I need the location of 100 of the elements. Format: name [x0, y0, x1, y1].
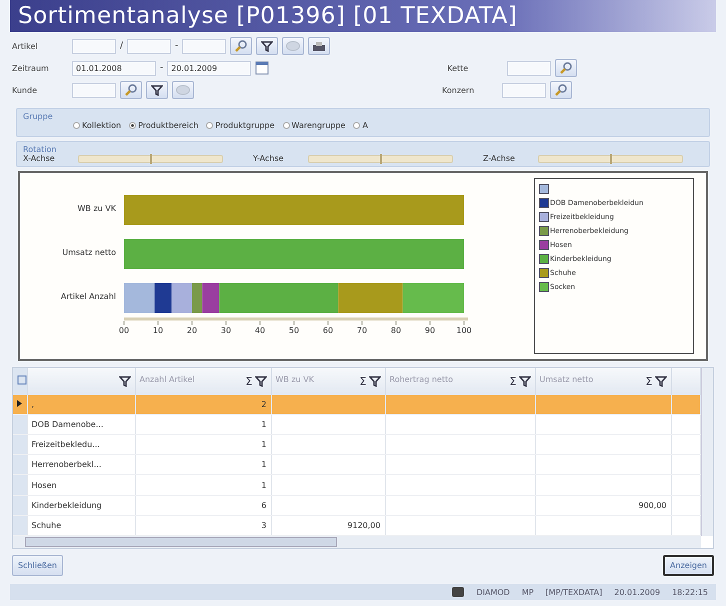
tick-label: 90 [424, 326, 436, 335]
separator-text: - [160, 63, 164, 73]
separator-text: / [120, 41, 124, 51]
table-row[interactable]: Freizeitbekledu... 1 [13, 434, 700, 455]
status-text: DIAMOD [476, 588, 510, 596]
slider-thumb[interactable] [150, 154, 152, 164]
search-button[interactable] [120, 81, 142, 99]
table-cell: 3 [261, 520, 266, 530]
print-button[interactable] [308, 37, 330, 55]
radio-option[interactable]: Warengruppe [282, 121, 346, 130]
filter-icon [261, 40, 274, 52]
search-icon [554, 83, 568, 97]
sum-icon[interactable]: Σ [246, 374, 252, 388]
tick-label: 30 [220, 326, 232, 335]
filter-icon [654, 375, 666, 388]
slider-thumb[interactable] [380, 154, 382, 164]
table-cell: 1 [261, 440, 266, 450]
input-field[interactable] [72, 82, 116, 98]
table-cell: 1 [261, 480, 266, 490]
circle-icon [176, 85, 190, 95]
table-cell: 6 [261, 500, 266, 510]
circle-icon [286, 41, 300, 51]
slider[interactable] [308, 154, 453, 162]
table-row[interactable]: Hosen 1 [13, 474, 700, 496]
axis-label: X-Achse [23, 154, 56, 163]
table-cell: Schuhe [32, 520, 62, 530]
radio-button[interactable] [129, 122, 136, 129]
panel-title: Rotation [23, 145, 58, 154]
input-field[interactable] [502, 82, 546, 98]
legend-swatch [539, 198, 549, 208]
table-cell: 1 [261, 420, 266, 430]
slider-thumb[interactable] [610, 154, 612, 164]
filter-icon [368, 375, 380, 388]
horizontal-scrollbar[interactable] [13, 536, 701, 548]
filter-icon [118, 375, 130, 388]
calendar-icon[interactable] [255, 61, 270, 75]
panel-title: Gruppe [23, 112, 54, 121]
table-row[interactable]: , 2 [13, 394, 700, 414]
tick-label: 00 [118, 326, 130, 335]
printer-icon [313, 42, 326, 50]
filter-button[interactable] [146, 81, 168, 99]
table-cell: 2 [261, 400, 266, 409]
axis-label: Y-Achse [253, 154, 285, 163]
tick-label: 70 [356, 326, 368, 335]
tick-label: 10 [152, 326, 164, 335]
sum-icon[interactable]: Σ [646, 374, 652, 388]
radio-button[interactable] [206, 122, 214, 129]
table-row[interactable]: Herrenoberbekl... 1 [13, 454, 700, 475]
table-row[interactable]: DOB Damenobe... 1 [13, 414, 700, 435]
table-cell: Hosen [32, 480, 57, 490]
sum-icon[interactable]: Σ [510, 374, 516, 388]
close-button[interactable]: Schließen [12, 555, 63, 576]
grid-settings-icon[interactable] [17, 375, 27, 386]
field-label: Kunde [12, 86, 38, 94]
input-field[interactable]: 20.01.2009 [167, 60, 252, 76]
vertical-scrollbar[interactable] [701, 368, 713, 536]
input-field[interactable] [127, 38, 172, 54]
axis-label: Umsatz netto [62, 248, 116, 257]
table-row[interactable]: Kinderbekleidung 6 900,00 [13, 495, 700, 516]
table-cell: , [32, 400, 34, 409]
search-button[interactable] [550, 81, 572, 99]
input-field[interactable]: 01.01.2008 [72, 60, 156, 76]
slider[interactable] [78, 154, 223, 162]
row-pointer-icon [17, 400, 22, 407]
status-text: MP [522, 588, 534, 596]
status-text: 20.01.2009 [614, 588, 660, 596]
filter-icon [151, 84, 163, 96]
radio-option[interactable]: Produktbereich [129, 121, 198, 130]
input-field[interactable] [72, 38, 116, 54]
table-cell: 900,00 [638, 500, 666, 510]
radio-option[interactable]: Produktgruppe [206, 121, 275, 130]
search-button[interactable] [555, 59, 578, 77]
legend-swatch [539, 226, 549, 236]
radio-button[interactable] [282, 122, 290, 129]
table-cell: DOB Damenobe... [32, 420, 104, 430]
app-icon [452, 587, 464, 597]
radio-button[interactable] [353, 122, 360, 129]
table-cell: 1 [261, 460, 266, 470]
show-button[interactable]: Anzeigen [663, 555, 714, 576]
separator-text: - [175, 41, 178, 51]
filter-button[interactable] [256, 37, 278, 55]
filter-icon [254, 375, 266, 388]
radio-option[interactable]: A [353, 121, 368, 130]
input-field[interactable] [507, 60, 552, 76]
window-title: Sortimentanalyse [P01396] [01 TEXDATA] [10, 0, 716, 32]
table-cell: 9120,00 [347, 520, 380, 530]
radio-option[interactable]: Kollektion [73, 121, 122, 130]
sum-icon[interactable]: Σ [360, 374, 366, 388]
status-text: 18:22:15 [672, 588, 708, 596]
radio-button[interactable] [73, 122, 80, 129]
search-button[interactable] [230, 37, 252, 55]
legend-swatch [539, 268, 549, 278]
slider[interactable] [538, 154, 683, 162]
field-label: Artikel [12, 42, 39, 50]
input-field[interactable] [182, 38, 226, 54]
tick-label: 60 [322, 326, 334, 335]
field-label: Konzern [442, 86, 476, 94]
legend-swatch [539, 254, 549, 264]
chart-bar [402, 283, 464, 313]
tick-label: 100 [456, 326, 472, 335]
